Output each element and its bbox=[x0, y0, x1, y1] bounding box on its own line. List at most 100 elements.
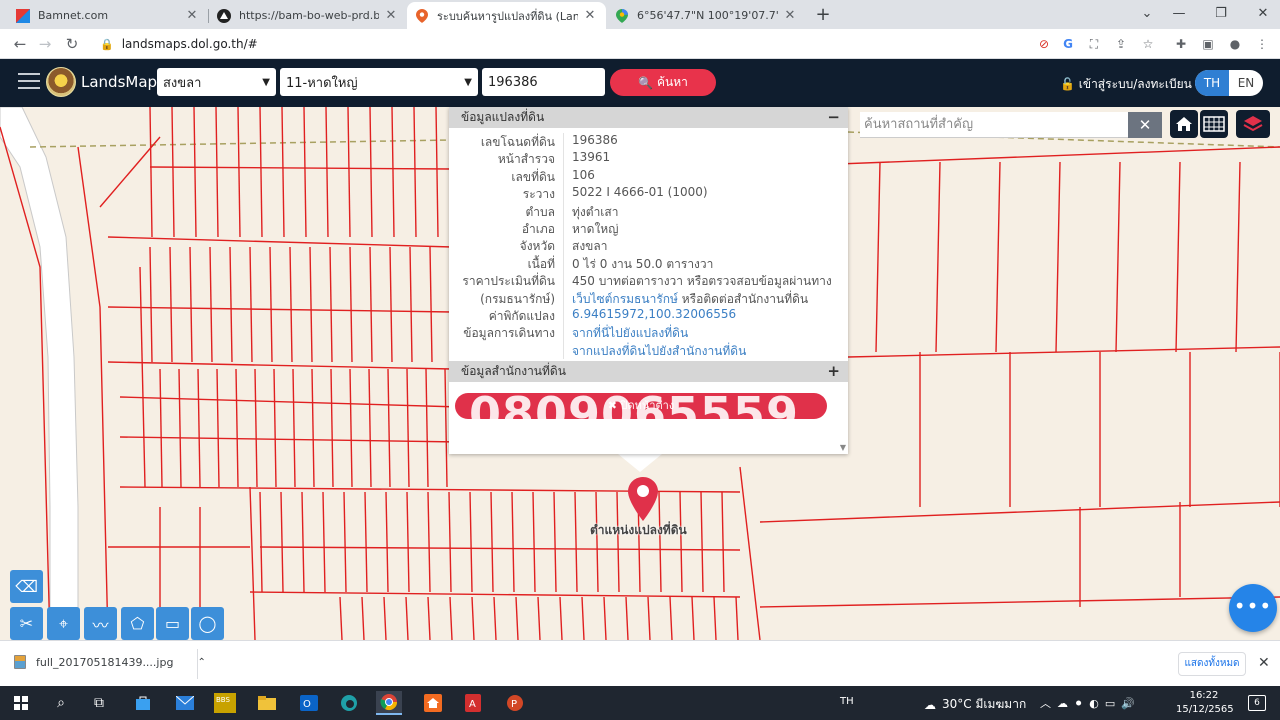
acrobat-icon[interactable]: A bbox=[460, 691, 486, 715]
detail-label bbox=[449, 342, 563, 359]
language-toggle: TH EN bbox=[1195, 70, 1263, 96]
grid-sheet-icon[interactable] bbox=[1200, 110, 1228, 138]
home-app-icon[interactable] bbox=[420, 691, 446, 715]
login-link[interactable]: 🔓 เข้าสู่ระบบ/ลงทะเบียน bbox=[1060, 75, 1192, 94]
powerpoint-icon[interactable]: P bbox=[502, 691, 528, 715]
parcel-number-input[interactable]: 196386 bbox=[482, 68, 605, 96]
detail-link[interactable]: จากที่นี่ไปยังแปลงที่ดิน bbox=[572, 326, 688, 340]
layers-icon[interactable] bbox=[1236, 110, 1270, 138]
detail-value: หาดใหญ่ bbox=[563, 219, 848, 238]
system-tray[interactable]: ︿☁⚫◐▭🔊 bbox=[1040, 695, 1141, 711]
blocked-icon[interactable]: ⊘ bbox=[1035, 35, 1053, 53]
rectangle-tool-icon[interactable]: ▭ bbox=[156, 607, 189, 640]
bookmark-star-icon[interactable]: ☆ bbox=[1139, 35, 1157, 53]
chrome-icon[interactable] bbox=[376, 691, 402, 715]
forward-icon[interactable]: → bbox=[35, 34, 55, 54]
more-options-fab[interactable]: ••• bbox=[1229, 584, 1277, 632]
sidebar-icon[interactable]: ▣ bbox=[1199, 35, 1217, 53]
tab-search-chevron-icon[interactable]: ⌄ bbox=[1132, 4, 1162, 24]
minimize-button[interactable]: — bbox=[1164, 4, 1194, 24]
address-bar[interactable]: 🔒 landsmaps.dol.go.th/# bbox=[92, 32, 1172, 56]
map-pin-icon bbox=[415, 8, 429, 23]
task-view-icon[interactable]: ⧉ bbox=[86, 691, 112, 715]
weather-widget[interactable]: ☁ 30°C มีเมฆมาก bbox=[924, 695, 1026, 714]
close-tab-icon[interactable]: ✕ bbox=[782, 8, 798, 23]
district-select[interactable]: 11-หาดใหญ่ ▼ bbox=[280, 68, 478, 96]
province-select[interactable]: สงขลา ▼ bbox=[157, 68, 276, 96]
chevron-up-icon[interactable]: ⌃ bbox=[197, 657, 205, 668]
detail-link[interactable]: จากแปลงที่ดินไปยังสำนักงานที่ดิน bbox=[572, 344, 746, 358]
show-all-button[interactable]: แสดงทั้งหมด bbox=[1178, 652, 1246, 676]
detail-row: หน้าสำรวจ 13961 bbox=[449, 150, 848, 168]
hamburger-menu-icon[interactable] bbox=[18, 73, 40, 91]
lang-th-button[interactable]: TH bbox=[1195, 70, 1229, 96]
polyline-tool-icon[interactable]: 〰 bbox=[84, 607, 117, 640]
collapse-icon[interactable]: − bbox=[827, 107, 840, 128]
maximize-button[interactable]: ❐ bbox=[1206, 4, 1236, 24]
scroll-down-icon[interactable]: ▼ bbox=[840, 443, 846, 452]
eraser-tool-icon[interactable]: ⌫ bbox=[10, 570, 43, 603]
detail-label: ระวาง bbox=[522, 187, 555, 202]
extensions-icon[interactable]: ✚ bbox=[1172, 35, 1190, 53]
office-panel-header[interactable]: ข้อมูลสำนักงานที่ดิน + bbox=[449, 361, 848, 382]
outlook-icon[interactable]: O bbox=[296, 691, 322, 715]
back-icon[interactable]: ← bbox=[10, 34, 30, 54]
pin-label: ตำแหน่งแปลงที่ดิน bbox=[590, 523, 687, 537]
notification-icon[interactable]: 6 bbox=[1248, 695, 1266, 711]
store-icon[interactable] bbox=[130, 691, 156, 715]
close-tab-icon[interactable]: ✕ bbox=[383, 8, 399, 23]
search-icon: 🔍 bbox=[638, 75, 654, 90]
share-icon[interactable]: ⇪ bbox=[1112, 35, 1130, 53]
detail-value: 13961 bbox=[563, 150, 848, 168]
marker-tool-icon[interactable]: ⌖ bbox=[47, 607, 80, 640]
tab-landsmaps[interactable]: ระบบค้นหารูปแปลงที่ดิน (LandsMaps ✕ bbox=[407, 2, 606, 29]
polygon-tool-icon[interactable]: ⬠ bbox=[121, 607, 154, 640]
clock[interactable]: 16:22 15/12/2565 bbox=[1176, 689, 1234, 717]
translate-icon[interactable]: ⛶ bbox=[1085, 35, 1103, 53]
tab-google-maps[interactable]: 6°56'47.7"N 100°19'07.7"E - Goo ✕ bbox=[607, 2, 806, 29]
expand-icon[interactable]: + bbox=[827, 361, 840, 382]
profile-icon[interactable]: ● bbox=[1226, 35, 1244, 53]
edge-icon[interactable] bbox=[336, 691, 362, 715]
place-search-input[interactable]: ค้นหาสถานที่สำคัญ bbox=[860, 112, 1128, 138]
new-tab-button[interactable]: + bbox=[812, 4, 834, 26]
measure-cross-tool-icon[interactable]: ✂ bbox=[10, 607, 43, 640]
close-shelf-icon[interactable]: ✕ bbox=[1258, 655, 1270, 671]
lock-icon: 🔓 bbox=[1060, 77, 1079, 91]
detail-label: เนื้อที่ bbox=[527, 256, 555, 271]
windows-start-icon[interactable] bbox=[8, 691, 34, 715]
close-window-button[interactable]: ✕ bbox=[1248, 4, 1278, 24]
clear-search-button[interactable]: ✕ bbox=[1128, 112, 1162, 138]
close-tab-icon[interactable]: ✕ bbox=[582, 8, 598, 23]
detail-value: 196386 bbox=[563, 133, 848, 151]
lang-en-button[interactable]: EN bbox=[1229, 70, 1263, 96]
detail-row: (กรมธนารักษ์) เว็บไซต์กรมธนารักษ์ หรือติด… bbox=[449, 289, 848, 307]
tab-bam-bo[interactable]: https://bam-bo-web-prd.bam.co ✕ bbox=[209, 2, 407, 29]
google-icon[interactable]: G bbox=[1059, 35, 1077, 53]
windows-taskbar: ⌕ ⧉ BBS O A P TH ☁ 30°C มีเมฆมาก ︿☁⚫◐▭🔊 1… bbox=[0, 686, 1280, 720]
detail-value: 5022 I 4666-01 (1000) bbox=[563, 185, 848, 203]
detail-link[interactable]: 6.94615972,100.32006556 bbox=[572, 307, 736, 321]
detail-label: ค่าพิกัดแปลง bbox=[488, 308, 555, 323]
dol-logo bbox=[46, 67, 76, 97]
reload-icon[interactable]: ↻ bbox=[62, 34, 82, 54]
home-icon[interactable] bbox=[1170, 110, 1198, 138]
parcel-location-pin-icon[interactable] bbox=[628, 477, 658, 521]
image-file-icon bbox=[14, 655, 26, 669]
circle-tool-icon[interactable]: ◯ bbox=[191, 607, 224, 640]
svg-text:A: A bbox=[469, 699, 476, 710]
search-icon[interactable]: ⌕ bbox=[48, 691, 74, 715]
bbs-app-icon[interactable]: BBS bbox=[212, 691, 238, 715]
detail-link[interactable]: เว็บไซต์กรมธนารักษ์ bbox=[572, 292, 678, 306]
input-language[interactable]: TH bbox=[840, 696, 854, 707]
close-tab-icon[interactable]: ✕ bbox=[184, 8, 200, 23]
panel-header[interactable]: ข้อมูลแปลงที่ดิน − bbox=[449, 107, 848, 128]
menu-kebab-icon[interactable]: ⋮ bbox=[1253, 35, 1271, 53]
file-explorer-icon[interactable] bbox=[254, 691, 280, 715]
parcel-details: เลขโฉนดที่ดิน 196386 หน้าสำรวจ 13961 เลขที่ด… bbox=[449, 128, 848, 360]
tab-bamnet[interactable]: Bamnet.com ✕ bbox=[8, 2, 208, 29]
detail-value: 6.94615972,100.32006556 bbox=[563, 306, 848, 325]
mail-icon[interactable] bbox=[172, 691, 198, 715]
search-button[interactable]: 🔍 ค้นหา bbox=[610, 69, 716, 96]
download-item[interactable]: full_201705181439....jpg ⌃ bbox=[14, 655, 206, 669]
